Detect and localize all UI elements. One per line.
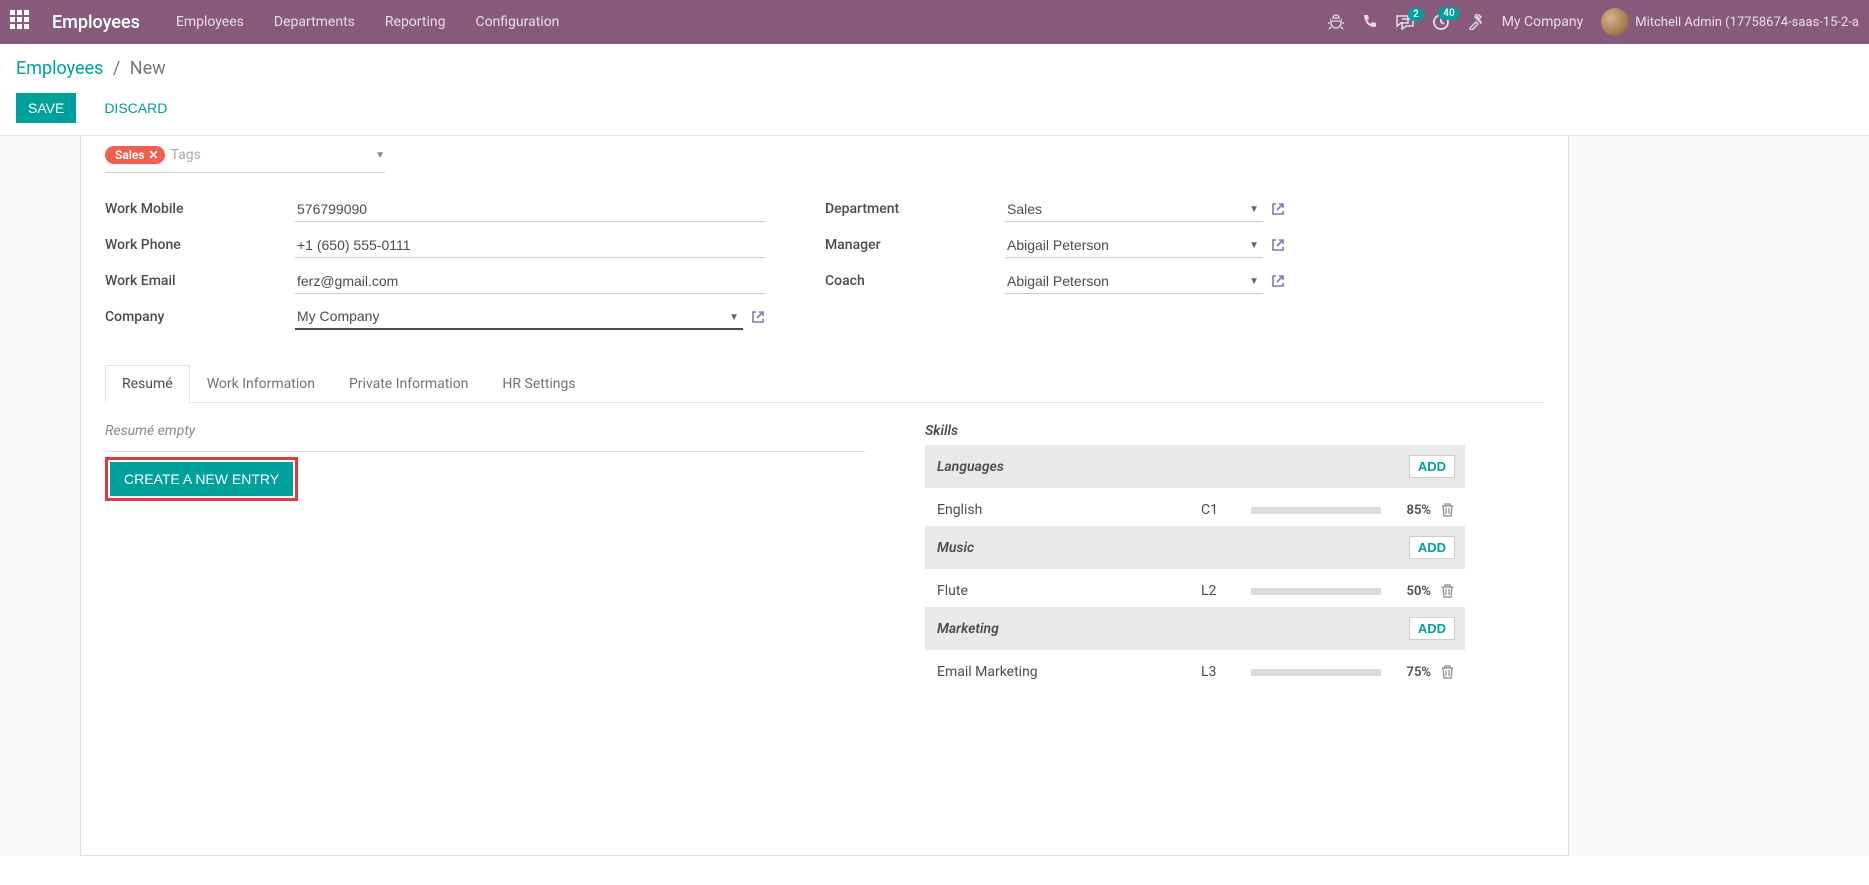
company-switcher[interactable]: My Company bbox=[1502, 14, 1584, 30]
external-link-icon[interactable] bbox=[1271, 238, 1285, 252]
add-skill-button[interactable]: ADD bbox=[1409, 455, 1455, 478]
skill-row: Email Marketing L3 75% bbox=[925, 656, 1465, 688]
skill-level: L3 bbox=[1201, 664, 1241, 680]
skills-heading: Skills bbox=[925, 423, 1465, 439]
trash-icon[interactable] bbox=[1441, 503, 1455, 517]
skill-type-name: Languages bbox=[937, 459, 1004, 475]
tag-chip-sales[interactable]: Sales ✕ bbox=[105, 146, 165, 164]
nav-configuration[interactable]: Configuration bbox=[475, 14, 559, 30]
trash-icon[interactable] bbox=[1441, 584, 1455, 598]
skill-type-header: Marketing ADD bbox=[925, 607, 1465, 650]
tag-remove-icon[interactable]: ✕ bbox=[149, 148, 159, 162]
user-menu[interactable]: Mitchell Admin (17758674-saas-15-2-a bbox=[1601, 8, 1859, 36]
discard-button[interactable]: Discard bbox=[92, 93, 179, 123]
tools-icon[interactable] bbox=[1468, 14, 1484, 30]
skill-row: Flute L2 50% bbox=[925, 575, 1465, 607]
save-button[interactable]: Save bbox=[16, 93, 76, 123]
skill-type-name: Marketing bbox=[937, 621, 999, 637]
skill-type-name: Music bbox=[937, 540, 974, 556]
bug-icon[interactable] bbox=[1328, 14, 1344, 30]
right-column: Department ▼ Manager ▼ bbox=[825, 191, 1285, 335]
skill-progress bbox=[1251, 507, 1381, 514]
skill-level: C1 bbox=[1201, 502, 1241, 518]
tags-placeholder: Tags bbox=[171, 147, 201, 163]
external-link-icon[interactable] bbox=[751, 310, 765, 324]
skill-type-header: Music ADD bbox=[925, 526, 1465, 569]
tab-private-information[interactable]: Private Information bbox=[332, 365, 485, 403]
messages-icon[interactable]: 2 bbox=[1396, 14, 1414, 30]
external-link-icon[interactable] bbox=[1271, 202, 1285, 216]
manager-label: Manager bbox=[825, 237, 1005, 253]
skill-level: L2 bbox=[1201, 583, 1241, 599]
skill-name: Flute bbox=[937, 583, 1191, 599]
resume-section: Resumé empty CREATE A NEW ENTRY bbox=[105, 423, 865, 688]
manager-input[interactable] bbox=[1005, 233, 1263, 258]
work-email-input[interactable] bbox=[295, 269, 765, 294]
trash-icon[interactable] bbox=[1441, 665, 1455, 679]
tags-field[interactable]: Sales ✕ Tags ▼ bbox=[105, 136, 385, 173]
department-input[interactable] bbox=[1005, 197, 1263, 222]
skill-name: Email Marketing bbox=[937, 664, 1191, 680]
external-link-icon[interactable] bbox=[1271, 274, 1285, 288]
coach-label: Coach bbox=[825, 273, 1005, 289]
main-area: Sales ✕ Tags ▼ Work Mobile Work Phone Wo… bbox=[0, 136, 1869, 856]
breadcrumb-current: New bbox=[130, 58, 166, 79]
top-nav: Employees Departments Reporting Configur… bbox=[176, 14, 560, 30]
skill-percent: 85% bbox=[1391, 503, 1431, 518]
chevron-down-icon: ▼ bbox=[375, 150, 385, 161]
user-label: Mitchell Admin (17758674-saas-15-2-a bbox=[1635, 15, 1859, 30]
skill-percent: 50% bbox=[1391, 584, 1431, 599]
nav-employees[interactable]: Employees bbox=[176, 14, 244, 30]
department-label: Department bbox=[825, 201, 1005, 217]
topbar: Employees Employees Departments Reportin… bbox=[0, 0, 1869, 44]
skill-row: English C1 85% bbox=[925, 494, 1465, 526]
skills-section: Skills Languages ADD English C1 85% Music ADD F… bbox=[925, 423, 1465, 688]
skill-progress bbox=[1251, 669, 1381, 676]
company-label: Company bbox=[105, 309, 295, 325]
skill-name: English bbox=[937, 502, 1191, 518]
work-mobile-label: Work Mobile bbox=[105, 201, 295, 217]
breadcrumb-root[interactable]: Employees bbox=[16, 58, 103, 79]
messages-badge: 2 bbox=[1408, 8, 1424, 21]
skill-type-header: Languages ADD bbox=[925, 445, 1465, 488]
apps-icon[interactable] bbox=[10, 10, 34, 34]
work-email-label: Work Email bbox=[105, 273, 295, 289]
add-skill-button[interactable]: ADD bbox=[1409, 536, 1455, 559]
add-skill-button[interactable]: ADD bbox=[1409, 617, 1455, 640]
activities-icon[interactable]: 40 bbox=[1432, 13, 1450, 31]
work-mobile-input[interactable] bbox=[295, 197, 765, 222]
phone-icon[interactable] bbox=[1362, 14, 1378, 30]
left-column: Work Mobile Work Phone Work Email Compan… bbox=[105, 191, 765, 335]
tag-label: Sales bbox=[115, 148, 145, 162]
coach-input[interactable] bbox=[1005, 269, 1263, 294]
company-input[interactable] bbox=[295, 304, 743, 330]
breadcrumb: Employees / New bbox=[16, 58, 1853, 79]
activities-badge: 40 bbox=[1438, 7, 1459, 20]
skill-percent: 75% bbox=[1391, 665, 1431, 680]
tab-content: Resumé empty CREATE A NEW ENTRY Skills L… bbox=[105, 403, 1544, 688]
nav-reporting[interactable]: Reporting bbox=[385, 14, 446, 30]
tab-resume[interactable]: Resumé bbox=[105, 365, 190, 403]
avatar bbox=[1601, 8, 1629, 36]
divider bbox=[105, 451, 865, 452]
skill-progress bbox=[1251, 588, 1381, 595]
form-sheet: Sales ✕ Tags ▼ Work Mobile Work Phone Wo… bbox=[80, 136, 1569, 856]
tab-hr-settings[interactable]: HR Settings bbox=[485, 365, 592, 403]
nav-departments[interactable]: Departments bbox=[274, 14, 355, 30]
topbar-right: 2 40 My Company Mitchell Admin (17758674… bbox=[1328, 8, 1859, 36]
tabs: Resumé Work Information Private Informat… bbox=[105, 365, 1544, 403]
resume-empty-label: Resumé empty bbox=[105, 423, 865, 439]
create-new-entry-button[interactable]: CREATE A NEW ENTRY bbox=[110, 462, 293, 496]
highlight-box: CREATE A NEW ENTRY bbox=[105, 457, 298, 501]
app-brand: Employees bbox=[52, 12, 140, 33]
work-phone-label: Work Phone bbox=[105, 237, 295, 253]
work-phone-input[interactable] bbox=[295, 233, 765, 258]
control-panel: Employees / New Save Discard bbox=[0, 44, 1869, 136]
tab-work-information[interactable]: Work Information bbox=[190, 365, 332, 403]
